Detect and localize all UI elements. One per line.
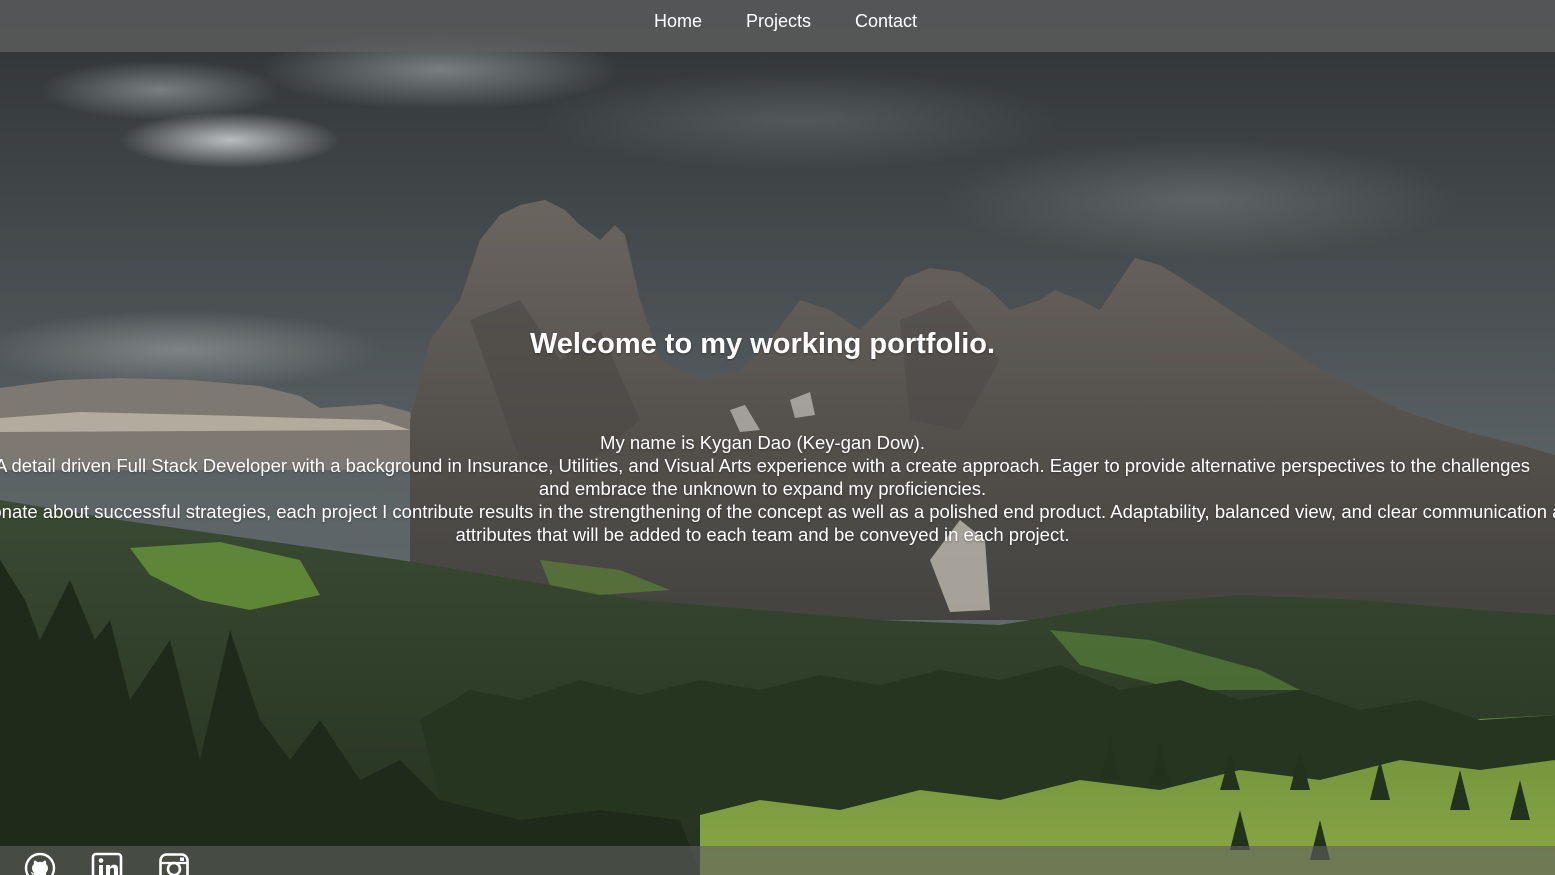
bio-line: Passionate about successful strategies, … (0, 501, 1555, 522)
instagram-icon[interactable] (158, 852, 190, 875)
linkedin-icon[interactable] (91, 852, 123, 875)
bio-line: attributes that will be added to each te… (455, 524, 1070, 545)
bio-line: My name is Kygan Dao (Key-gan Dow). (600, 432, 925, 453)
hero-title: Welcome to my working portfolio. (529, 328, 996, 360)
footer-bar (0, 846, 1555, 875)
top-navbar: Home Projects Contact (0, 0, 1555, 52)
main-nav: Home Projects Contact (0, 0, 1555, 42)
nav-home-link[interactable]: Home (654, 11, 702, 32)
nav-contact-link[interactable]: Contact (855, 11, 917, 32)
github-icon[interactable] (24, 852, 56, 875)
bio-line: A detail driven Full Stack Developer wit… (0, 455, 1530, 476)
bio-paragraph: My name is Kygan Dao (Key-gan Dow). A de… (0, 431, 1555, 546)
portfolio-page: Home Projects Contact Welcome to my work… (0, 0, 1555, 875)
bio-line: and embrace the unknown to expand my pro… (538, 478, 987, 499)
nav-projects-link[interactable]: Projects (746, 11, 811, 32)
